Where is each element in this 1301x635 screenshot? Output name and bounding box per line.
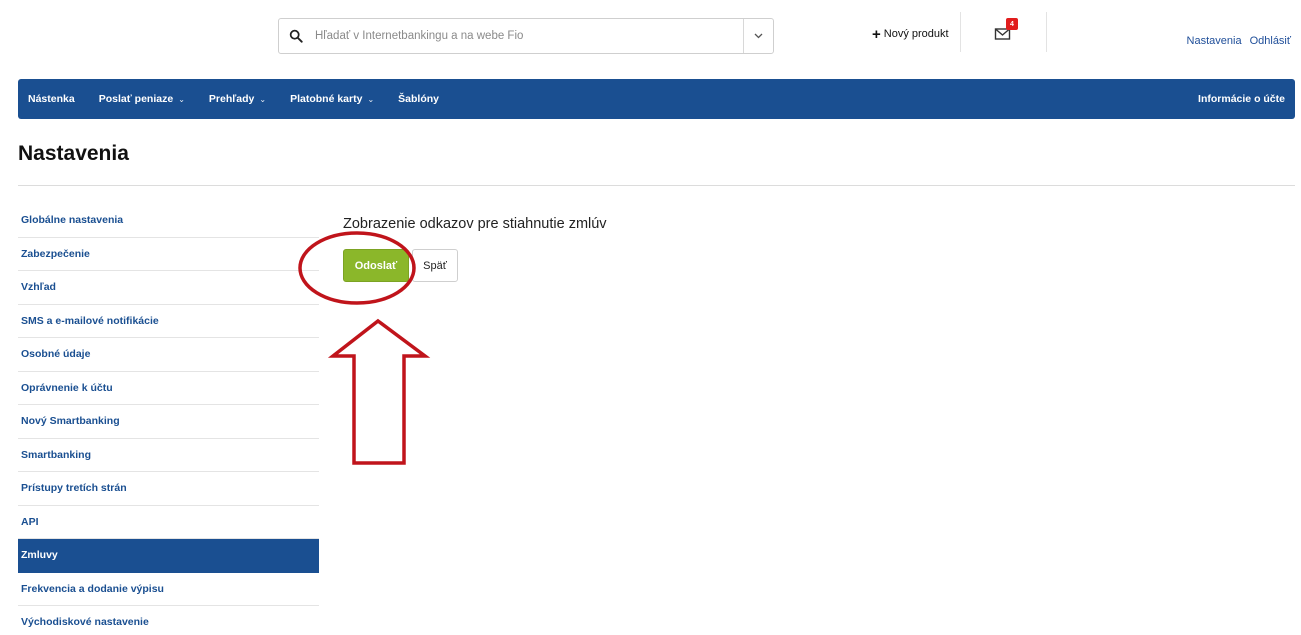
settings-link[interactable]: Nastavenia (1187, 35, 1242, 47)
nav-item-label: Prehľady (208, 93, 255, 105)
sidebar-item-label: API (21, 515, 39, 528)
sidebar-item-label: Zmluvy (21, 549, 58, 562)
nav-item-overviews[interactable]: Prehľady ⌄ (197, 79, 278, 119)
sidebar-item-appearance[interactable]: Vzhľad (18, 271, 319, 305)
sidebar-item-api[interactable]: API (18, 506, 319, 539)
messages-badge: 4 (1006, 18, 1018, 30)
sidebar-item-account-permissions[interactable]: Oprávnenie k účtu (18, 372, 319, 405)
top-bar: + Nový produkt 4 Nastavenia Odhlásiť (0, 0, 1301, 75)
sidebar-item-label: Oprávnenie k účtu (21, 381, 113, 394)
chevron-down-icon: ⌄ (259, 94, 267, 104)
plus-icon: + (872, 25, 881, 43)
divider (18, 185, 1295, 186)
settings-sidebar: Globálne nastavenia Zabezpečenie Vzhľad … (18, 204, 319, 635)
sidebar-item-notifications[interactable]: SMS a e-mailové notifikácie (18, 305, 319, 338)
sidebar-item-statement-frequency[interactable]: Frekvencia a dodanie výpisu (18, 573, 319, 606)
sidebar-item-label: Smartbanking (21, 448, 92, 461)
nav-item-templates[interactable]: Šablóny (386, 79, 451, 119)
nav-item-label: Šablóny (398, 93, 439, 105)
logout-link[interactable]: Odhlásiť (1250, 35, 1291, 47)
sidebar-item-label: Frekvencia a dodanie výpisu (21, 582, 164, 595)
sidebar-item-label: Nový Smartbanking (21, 415, 120, 428)
sidebar-item-security[interactable]: Zabezpečenie (18, 238, 319, 271)
nav-item-label: Poslať peniaze (98, 93, 174, 105)
new-product-label: Nový produkt (883, 28, 949, 40)
nav-item-label: Platobné karty (290, 93, 363, 105)
top-links: Nastavenia Odhlásiť (1187, 35, 1291, 47)
sidebar-item-label: Osobné údaje (21, 348, 91, 361)
sidebar-item-label: Zabezpečenie (21, 247, 90, 260)
sidebar-item-new-smartbanking[interactable]: Nový Smartbanking (18, 405, 319, 439)
nav-item-send-money[interactable]: Poslať peniaze ⌄ (87, 79, 197, 119)
back-button[interactable]: Späť (412, 249, 458, 282)
page-title: Nastavenia (18, 142, 129, 165)
sidebar-item-personal-data[interactable]: Osobné údaje (18, 338, 319, 372)
sidebar-item-third-party-access[interactable]: Prístupy tretích strán (18, 472, 319, 506)
divider (960, 12, 961, 52)
sidebar-item-label: Vzhľad (21, 281, 56, 294)
sidebar-item-label: Prístupy tretích strán (21, 482, 127, 495)
divider (1046, 12, 1047, 52)
nav-item-payment-cards[interactable]: Platobné karty ⌄ (278, 79, 386, 119)
chevron-down-icon: ⌄ (367, 94, 375, 104)
chevron-down-icon (754, 33, 763, 39)
search-box[interactable] (278, 18, 774, 54)
sidebar-item-global-settings[interactable]: Globálne nastavenia (18, 204, 319, 238)
nav-item-label: Nástenka (28, 93, 75, 105)
sidebar-item-label: SMS a e-mailové notifikácie (21, 314, 159, 327)
nav-item-label: Informácie o účte (1198, 93, 1285, 105)
nav-item-account-info[interactable]: Informácie o účte (1186, 79, 1295, 119)
sidebar-item-label: Východiskové nastavenie (21, 616, 149, 629)
search-input[interactable] (315, 25, 735, 47)
main-nav: Nástenka Poslať peniaze ⌄ Prehľady ⌄ Pla… (18, 79, 1295, 119)
search-icon (289, 29, 303, 43)
sidebar-item-contracts[interactable]: Zmluvy (18, 539, 319, 573)
send-button[interactable]: Odoslať (343, 249, 409, 282)
content-heading: Zobrazenie odkazov pre stiahnutie zmlúv (343, 216, 607, 232)
sidebar-item-smartbanking[interactable]: Smartbanking (18, 439, 319, 472)
search-dropdown-toggle[interactable] (743, 19, 773, 53)
sidebar-item-default-settings[interactable]: Východiskové nastavenie (18, 606, 319, 635)
chevron-down-icon: ⌄ (178, 94, 185, 104)
nav-item-dashboard[interactable]: Nástenka (18, 79, 87, 119)
arrow-up-icon (327, 318, 431, 465)
new-product-button[interactable]: + Nový produkt (872, 25, 949, 43)
sidebar-item-label: Globálne nastavenia (21, 214, 124, 227)
